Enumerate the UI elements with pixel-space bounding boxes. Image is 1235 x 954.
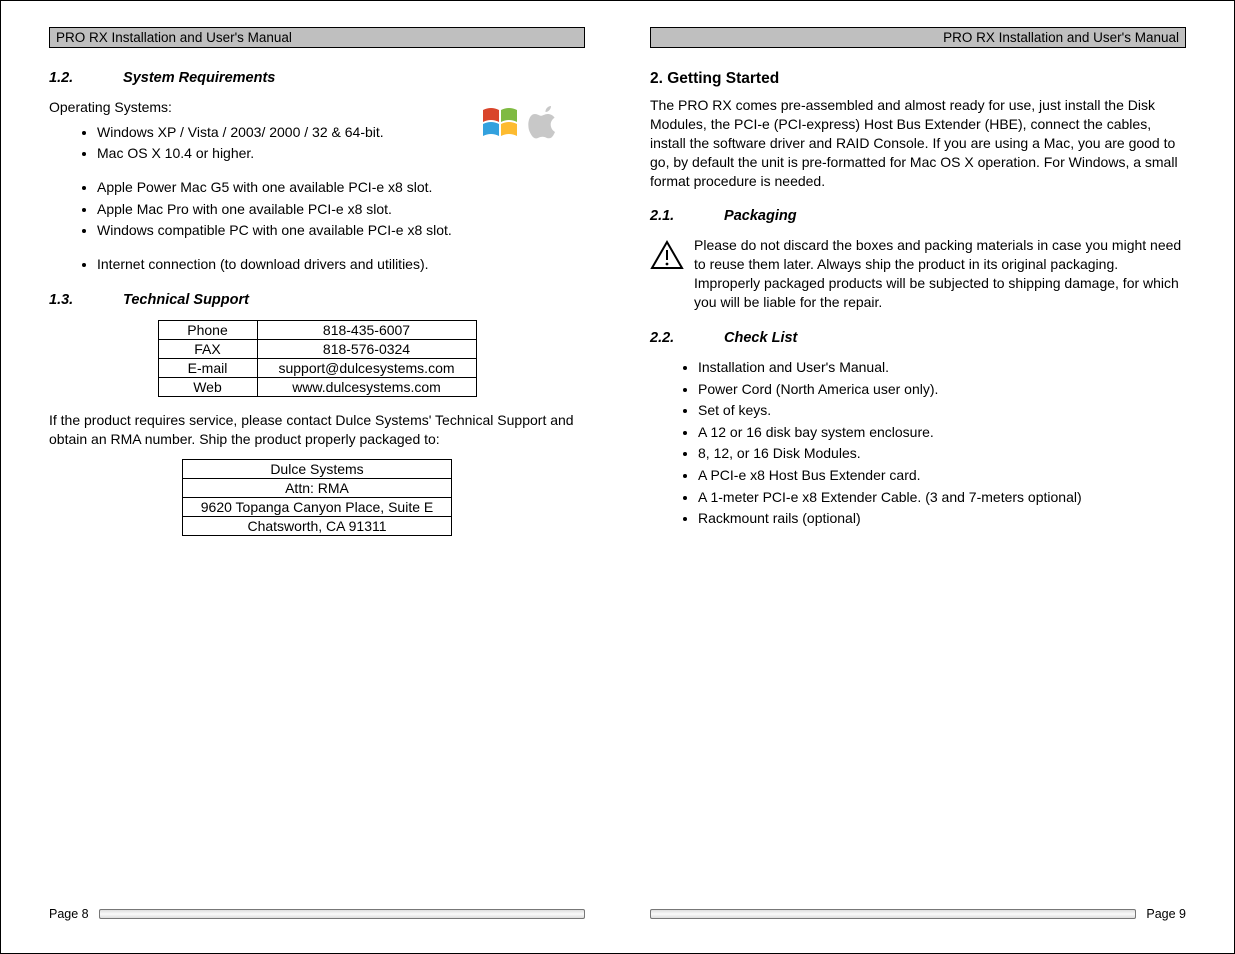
section-heading-sysreq: 1.2. System Requirements: [49, 70, 585, 86]
section-number: 1.2.: [49, 70, 119, 86]
footer-bar-icon: [650, 909, 1136, 919]
section-title: Technical Support: [123, 292, 249, 308]
address-line: Attn: RMA: [182, 479, 451, 498]
list-item: A 1-meter PCI-e x8 Extender Cable. (3 an…: [698, 488, 1186, 508]
address-line: 9620 Topanga Canyon Place, Suite E: [182, 498, 451, 517]
section-number: 1.3.: [49, 292, 119, 308]
packaging-warning: Please do not discard the boxes and pack…: [650, 236, 1186, 312]
list-item: A PCI-e x8 Host Bus Extender card.: [698, 466, 1186, 486]
footer-bar-icon: [99, 909, 585, 919]
network-list: Internet connection (to download drivers…: [49, 255, 585, 275]
system-requirements-section: 1.2. System Requirements Operating Syste…: [49, 70, 585, 274]
page-number: Page 8: [49, 907, 89, 921]
list-item: Apple Power Mac G5 with one available PC…: [97, 178, 585, 198]
address-table: Dulce Systems Attn: RMA 9620 Topanga Can…: [182, 459, 452, 536]
os-icons: [477, 100, 565, 147]
check-list: Installation and User's Manual. Power Co…: [650, 358, 1186, 529]
list-item: Power Cord (North America user only).: [698, 380, 1186, 400]
list-item: Windows compatible PC with one available…: [97, 221, 585, 241]
contact-label: FAX: [158, 340, 257, 359]
contact-value: 818-435-6007: [257, 321, 476, 340]
warning-triangle-icon: [650, 240, 684, 270]
address-line: Chatsworth, CA 91311: [182, 517, 451, 536]
table-row: Chatsworth, CA 91311: [182, 517, 451, 536]
section-heading-techsup: 1.3. Technical Support: [49, 292, 585, 308]
contact-value: support@dulcesystems.com: [257, 359, 476, 378]
contact-table: Phone818-435-6007 FAX818-576-0324 E-mail…: [158, 320, 477, 397]
list-item: A 12 or 16 disk bay system enclosure.: [698, 423, 1186, 443]
document-spread: PRO RX Installation and User's Manual 1.…: [0, 0, 1235, 954]
section-title: System Requirements: [123, 70, 275, 86]
table-row: Attn: RMA: [182, 479, 451, 498]
table-row: E-mailsupport@dulcesystems.com: [158, 359, 476, 378]
section-title: Check List: [724, 330, 797, 346]
contact-label: Web: [158, 378, 257, 397]
contact-value: 818-576-0324: [257, 340, 476, 359]
table-row: 9620 Topanga Canyon Place, Suite E: [182, 498, 451, 517]
contact-label: E-mail: [158, 359, 257, 378]
table-row: FAX818-576-0324: [158, 340, 476, 359]
rma-text: If the product requires service, please …: [49, 411, 585, 449]
list-item: Internet connection (to download drivers…: [97, 255, 585, 275]
list-item: Rackmount rails (optional): [698, 509, 1186, 529]
table-row: Dulce Systems: [182, 460, 451, 479]
hardware-list: Apple Power Mac G5 with one available PC…: [49, 178, 585, 241]
intro-paragraph: The PRO RX comes pre-assembled and almos…: [650, 96, 1186, 190]
section-number: 2.1.: [650, 208, 720, 224]
packaging-text: Please do not discard the boxes and pack…: [694, 236, 1186, 312]
footer-left: Page 8: [49, 907, 585, 921]
list-item: Installation and User's Manual.: [698, 358, 1186, 378]
section-number: 2.2.: [650, 330, 720, 346]
address-line: Dulce Systems: [182, 460, 451, 479]
page-right: PRO RX Installation and User's Manual 2.…: [628, 17, 1208, 927]
list-item: Apple Mac Pro with one available PCI-e x…: [97, 200, 585, 220]
contact-value: www.dulcesystems.com: [257, 378, 476, 397]
list-item: Mac OS X 10.4 or higher.: [97, 144, 585, 164]
page-number: Page 9: [1146, 907, 1186, 921]
contact-label: Phone: [158, 321, 257, 340]
list-item: Set of keys.: [698, 401, 1186, 421]
windows-logo-icon: [477, 100, 521, 144]
section-title: Packaging: [724, 208, 797, 224]
section-heading-checklist: 2.2. Check List: [650, 330, 1186, 346]
header-bar-left: PRO RX Installation and User's Manual: [49, 27, 585, 48]
footer-right: Page 9: [650, 907, 1186, 921]
header-bar-right: PRO RX Installation and User's Manual: [650, 27, 1186, 48]
chapter-heading: 2. Getting Started: [650, 70, 1186, 88]
list-item: 8, 12, or 16 Disk Modules.: [698, 444, 1186, 464]
page-left: PRO RX Installation and User's Manual 1.…: [27, 17, 607, 927]
table-row: Webwww.dulcesystems.com: [158, 378, 476, 397]
apple-logo-icon: [525, 100, 565, 144]
section-heading-packaging: 2.1. Packaging: [650, 208, 1186, 224]
table-row: Phone818-435-6007: [158, 321, 476, 340]
